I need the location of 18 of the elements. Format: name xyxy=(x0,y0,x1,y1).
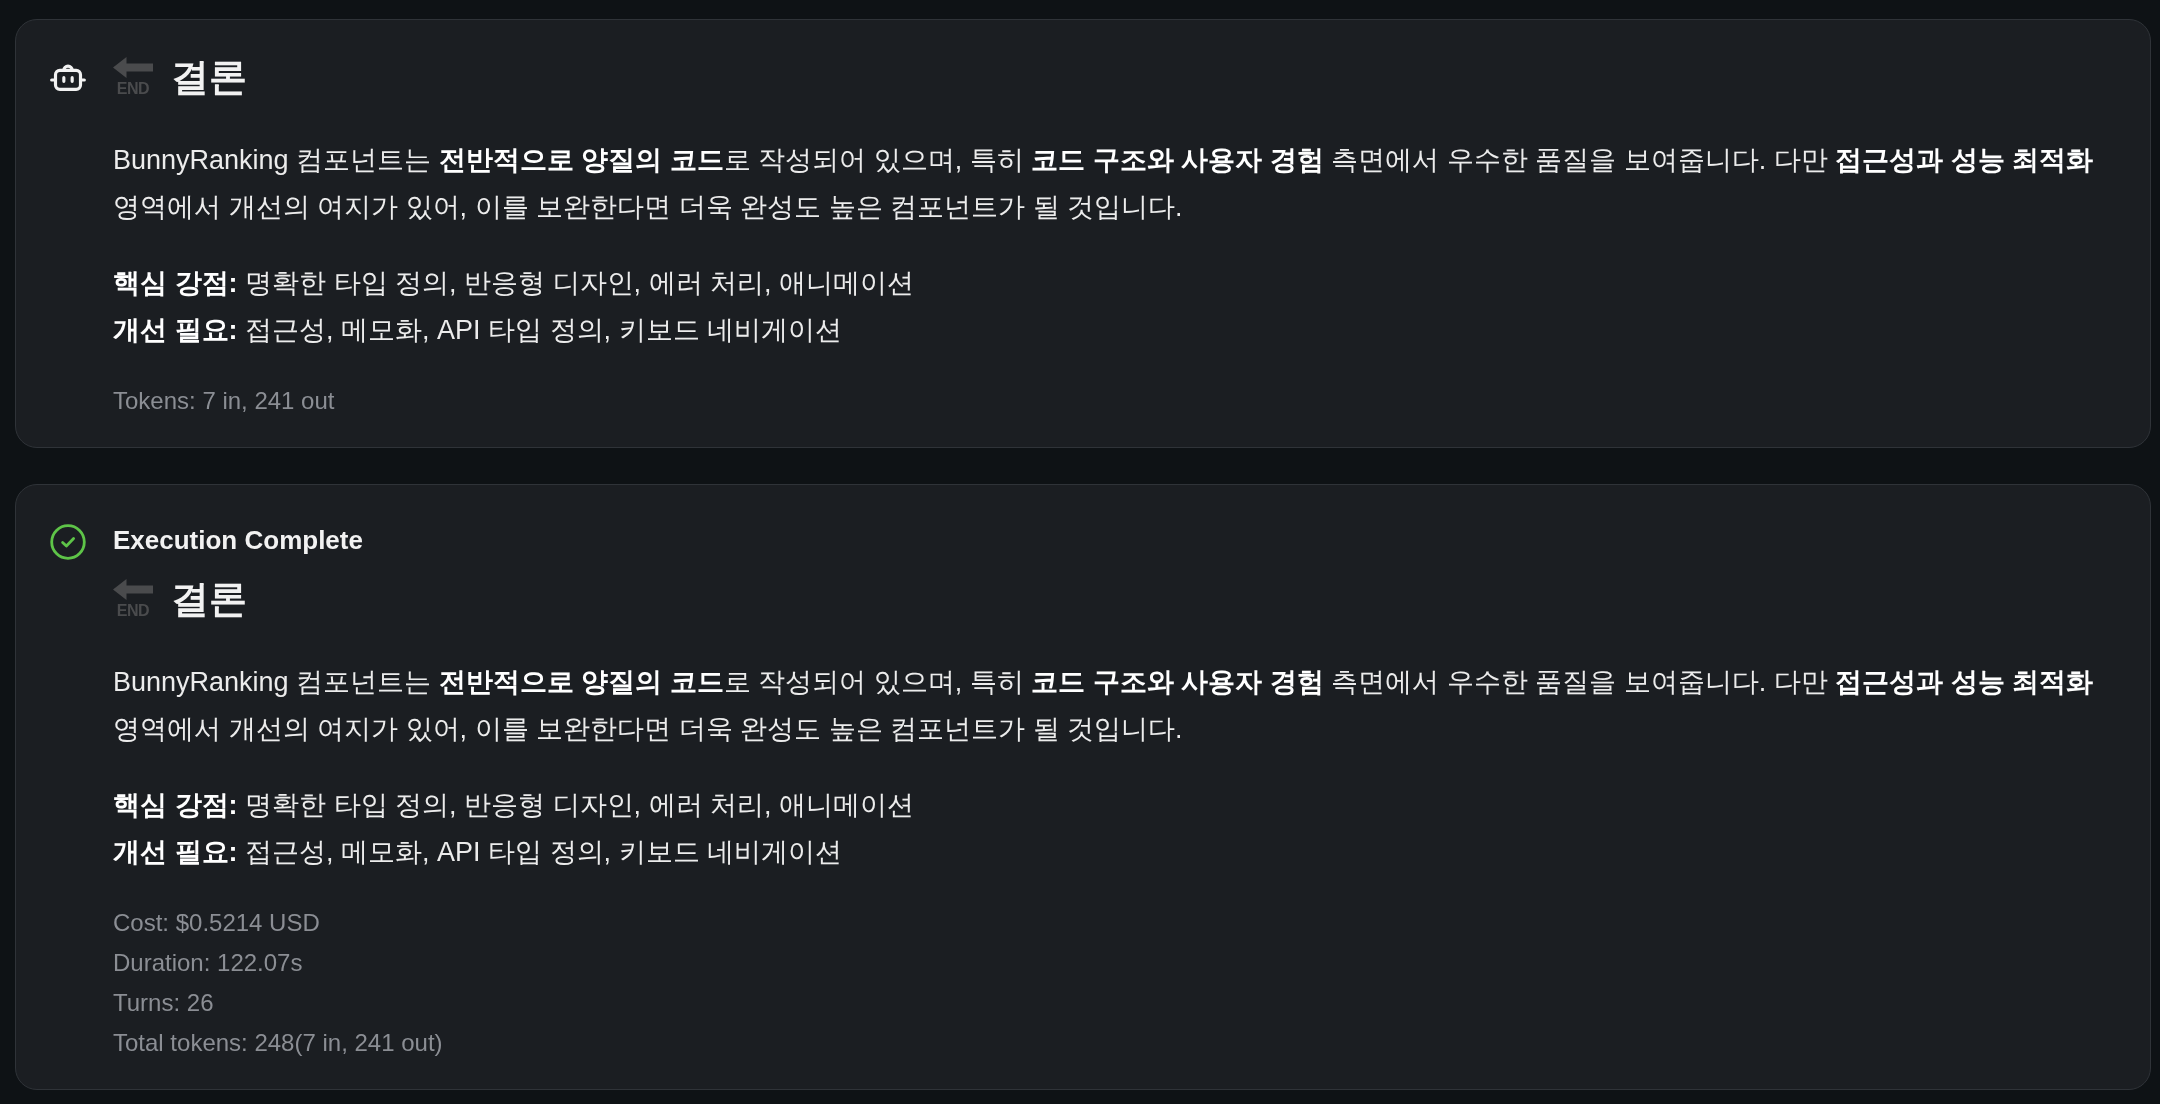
usage-stat: Duration: 122.07s xyxy=(113,948,304,978)
usage-stat: Tokens: 7 in, 241 out xyxy=(113,386,336,416)
section-heading: 결론 xyxy=(171,577,247,621)
left-arrow-icon xyxy=(113,579,153,600)
highlight-line: 핵심 강점: 명확한 타입 정의, 반응형 디자인, 에러 처리, 애니메이션 xyxy=(113,267,916,300)
highlight-line: 개선 필요: 접근성, 메모화, API 타입 정의, 키보드 네비게이션 xyxy=(113,836,844,869)
highlight-line: 개선 필요: 접근성, 메모화, API 타입 정의, 키보드 네비게이션 xyxy=(113,314,844,347)
left-arrow-icon xyxy=(113,57,153,78)
check-circle-icon xyxy=(50,524,86,560)
status-title: Execution Complete xyxy=(113,524,364,557)
section-heading: 결론 xyxy=(171,55,247,99)
usage-stat: Cost: $0.5214 USD xyxy=(113,908,321,938)
usage-stat: Total tokens: 248(7 in, 241 out) xyxy=(113,1028,444,1058)
summary-paragraph: BunnyRanking 컴포넌트는 전반적으로 양질의 코드로 작성되어 있으며, 특히 코드 구조와 사용자 경험 측면에서 우수한 품질을 보여줍니다. 다만 접근성과 성능 최적화 영역에서 개선의 여지가 있어, 이를 보완한다면 더욱 완성도 높은 컴포넌트가 될 것입니다. xyxy=(113,666,2095,746)
summary-paragraph: BunnyRanking 컴포넌트는 전반적으로 양질의 코드로 작성되어 있으며, 특히 코드 구조와 사용자 경험 측면에서 우수한 품질을 보여줍니다. 다만 접근성과 성능 최적화 영역에서 개선의 여지가 있어, 이를 보완한다면 더욱 완성도 높은 컴포넌트가 될 것입니다. xyxy=(113,144,2095,224)
highlight-line: 핵심 강점: 명확한 타입 정의, 반응형 디자인, 에러 처리, 애니메이션 xyxy=(113,789,916,822)
robot-icon xyxy=(50,62,86,92)
usage-stat: Turns: 26 xyxy=(113,988,215,1018)
